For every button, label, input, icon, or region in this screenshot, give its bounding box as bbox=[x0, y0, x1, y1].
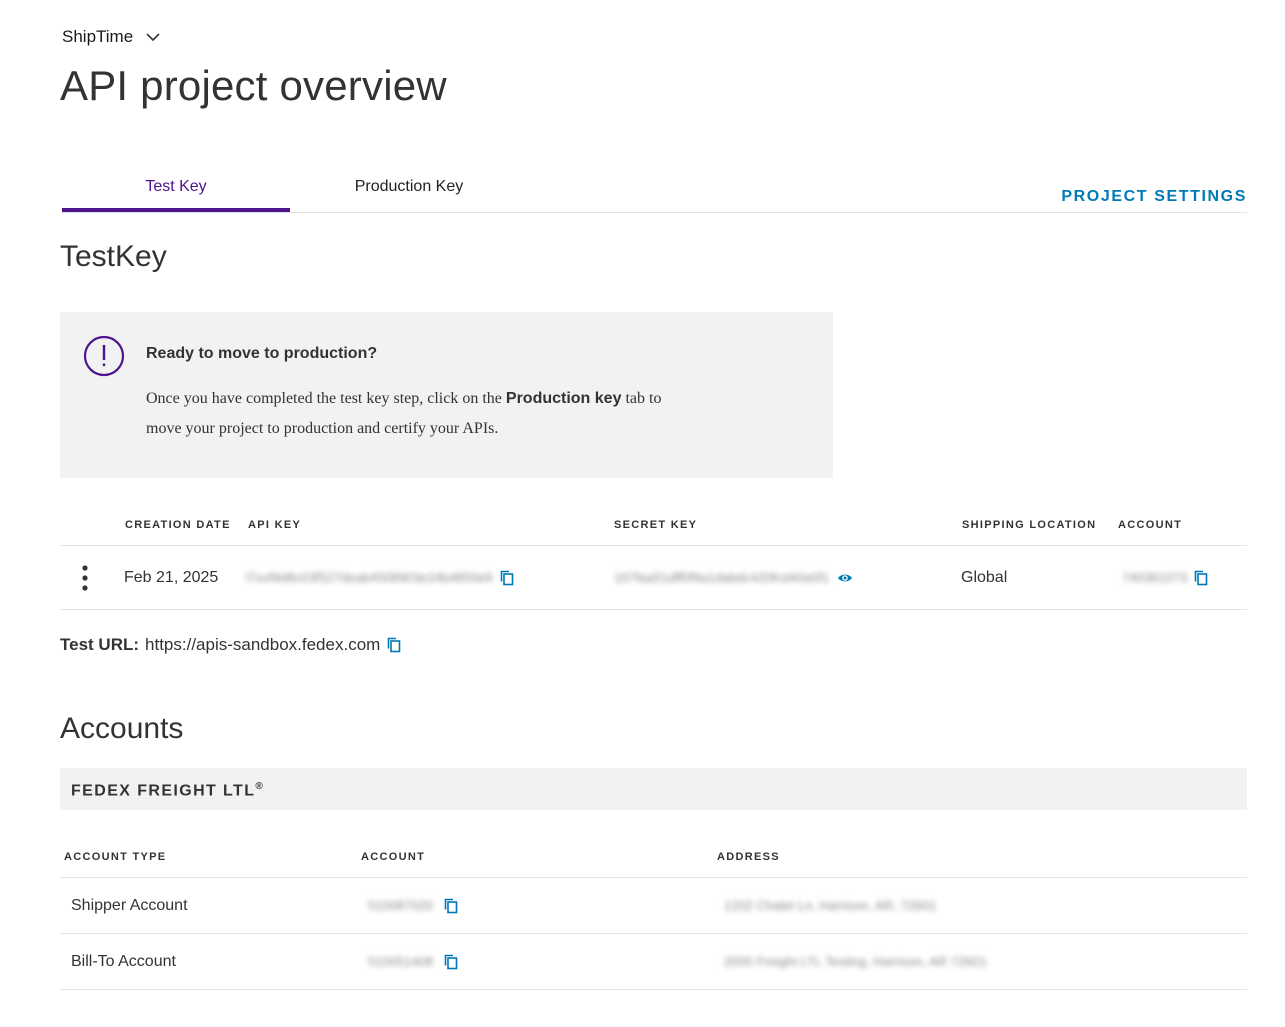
col-api-key: API KEY bbox=[248, 518, 302, 531]
address-value: 1202 Chalet Ln, Harrison, AR, 72601 bbox=[724, 898, 937, 913]
copy-icon[interactable] bbox=[386, 637, 402, 653]
account-type-value: Shipper Account bbox=[71, 896, 188, 914]
tab-production-key[interactable]: Production Key bbox=[296, 165, 522, 209]
col-address: ADDRESS bbox=[717, 850, 780, 863]
account-number-value: 510087020 bbox=[368, 898, 434, 913]
col-account-type: ACCOUNT TYPE bbox=[64, 850, 167, 863]
copy-icon[interactable] bbox=[1193, 570, 1209, 586]
key-table-header: CREATION DATE API KEY SECRET KEY SHIPPIN… bbox=[60, 512, 1247, 546]
account-group-name: FEDEX FREIGHT LTL® bbox=[71, 781, 263, 800]
col-secret-key: SECRET KEY bbox=[614, 518, 698, 531]
notice-body-text-1: Once you have completed the test key ste… bbox=[146, 390, 506, 407]
table-row: Bill-To Account 510051408 2000 Freight L… bbox=[60, 934, 1247, 990]
col-shipping-location: SHIPPING LOCATION bbox=[962, 518, 1097, 531]
col-creation-date: CREATION DATE bbox=[125, 518, 231, 531]
more-vertical-icon[interactable] bbox=[79, 564, 91, 592]
shipping-location-value: Global bbox=[961, 568, 1008, 586]
creation-date-value: Feb 21, 2025 bbox=[124, 568, 219, 586]
test-url-value: https://apis-sandbox.fedex.com bbox=[145, 635, 381, 654]
project-name: ShipTime bbox=[62, 27, 134, 46]
project-settings-link[interactable]: PROJECT SETTINGS bbox=[1061, 188, 1247, 206]
group-name-text: FEDEX FREIGHT LTL bbox=[71, 782, 256, 800]
tab-test-key[interactable]: Test Key bbox=[62, 165, 290, 212]
project-switcher[interactable]: ShipTime bbox=[62, 27, 161, 47]
copy-icon[interactable] bbox=[499, 570, 515, 586]
secret-key-value: 167faa51dff0f9a1dabdc420fcd40a0f1 bbox=[614, 570, 830, 585]
copy-icon[interactable] bbox=[443, 954, 459, 970]
table-row: Feb 21, 2025 l7xxf9d8c03f527deab4508903e… bbox=[60, 546, 1247, 610]
exclamation-circle-icon bbox=[83, 335, 125, 377]
registered-mark: ® bbox=[255, 781, 263, 792]
account-value: 740361073 bbox=[1122, 570, 1188, 585]
account-group-header: FEDEX FREIGHT LTL® bbox=[60, 768, 1247, 810]
page-title: API project overview bbox=[60, 62, 447, 109]
account-number-value: 510051408 bbox=[368, 954, 434, 969]
notice-heading: Ready to move to production? bbox=[146, 345, 378, 362]
notice-production-key-text: Production key bbox=[505, 390, 622, 407]
copy-icon[interactable] bbox=[443, 898, 459, 914]
table-row: Shipper Account 510087020 1202 Chalet Ln… bbox=[60, 878, 1247, 934]
notice-body: Once you have completed the test key ste… bbox=[146, 384, 666, 444]
account-type-value: Bill-To Account bbox=[71, 952, 176, 970]
production-notice: Ready to move to production? Once you ha… bbox=[60, 312, 833, 478]
testkey-title: TestKey bbox=[60, 240, 167, 273]
api-key-value: l7xxf9d8c03f527deab4508903e24b4850e9 bbox=[246, 570, 493, 585]
test-url-label: Test URL: bbox=[60, 635, 140, 654]
accounts-table-header: ACCOUNT TYPE ACCOUNT ADDRESS bbox=[60, 844, 1247, 878]
col-account: ACCOUNT bbox=[1118, 518, 1183, 531]
test-url: Test URL: https://apis-sandbox.fedex.com bbox=[60, 635, 402, 655]
chevron-down-icon bbox=[146, 33, 160, 42]
address-value: 2000 Freight LTL Testing, Harrison, AR 7… bbox=[724, 954, 987, 969]
accounts-title: Accounts bbox=[60, 712, 184, 745]
col-account-number: ACCOUNT bbox=[361, 850, 426, 863]
eye-icon[interactable] bbox=[837, 570, 853, 586]
